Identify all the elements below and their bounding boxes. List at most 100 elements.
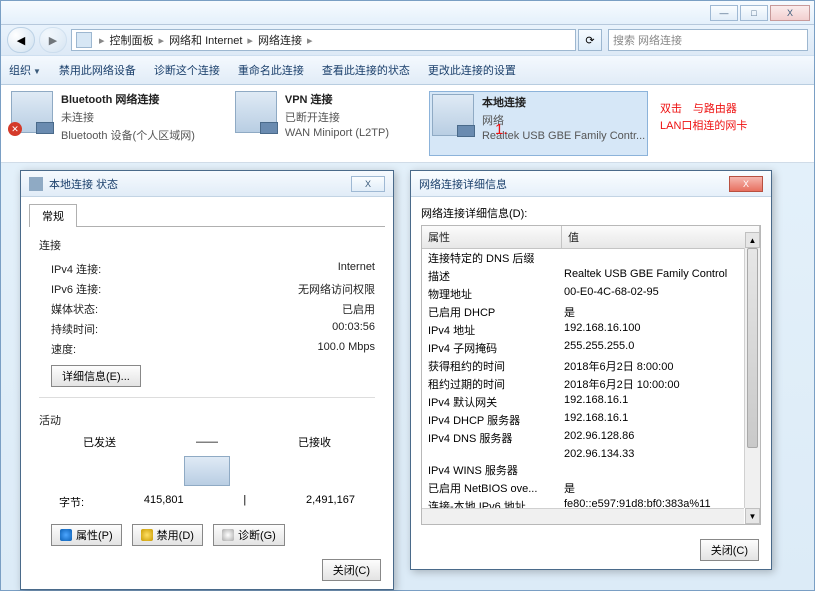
property-value: 202.96.128.86 xyxy=(562,430,760,446)
activity-dash: —— xyxy=(196,436,218,448)
property-row[interactable]: 连接特定的 DNS 后缀 xyxy=(422,249,760,267)
diagnose-button[interactable]: 诊断(G) xyxy=(213,524,285,546)
value-bytes-recv: 2,491,167 xyxy=(306,494,355,510)
scroll-up-icon[interactable]: ▲ xyxy=(745,232,760,248)
connection-device: Realtek USB GBE Family Contr... xyxy=(482,130,645,142)
value-duration: 00:03:56 xyxy=(332,321,375,337)
dialog-title: 网络连接详细信息 xyxy=(419,176,507,192)
property-key: 已启用 DHCP xyxy=(422,304,562,320)
property-row[interactable]: IPv4 地址192.168.16.100 xyxy=(422,321,760,339)
property-row[interactable]: IPv4 WINS 服务器 xyxy=(422,461,760,479)
property-key: IPv4 DNS 服务器 xyxy=(422,430,562,446)
address-row: ◀ ▶ ▸ 控制面板 ▸ 网络和 Internet ▸ 网络连接 ▸ ⟳ 搜索 … xyxy=(1,25,814,55)
close-button[interactable]: X xyxy=(770,5,810,21)
maximize-button[interactable]: □ xyxy=(740,5,768,21)
disconnected-icon: ✕ xyxy=(8,122,22,136)
property-row[interactable]: 租约过期的时间2018年6月2日 10:00:00 xyxy=(422,375,760,393)
view-status-button[interactable]: 查看此连接的状态 xyxy=(322,62,410,78)
back-button[interactable]: ◀ xyxy=(7,27,35,53)
property-row[interactable]: IPv4 子网掩码255.255.255.0 xyxy=(422,339,760,357)
shield-icon xyxy=(141,529,153,541)
label-sent: 已发送 xyxy=(83,434,116,450)
minimize-button[interactable]: — xyxy=(710,5,738,21)
breadcrumb-sep: ▸ xyxy=(159,34,165,47)
property-value: 255.255.255.0 xyxy=(562,340,760,356)
properties-button[interactable]: 属性(P) xyxy=(51,524,122,546)
property-key: 连接特定的 DNS 后缀 xyxy=(422,250,562,266)
property-key: 获得租约的时间 xyxy=(422,358,562,374)
property-row[interactable]: 描述Realtek USB GBE Family Control xyxy=(422,267,760,285)
property-key: IPv4 地址 xyxy=(422,322,562,338)
status-dialog: 本地连接 状态 X 常规 连接 IPv4 连接:Internet IPv6 连接… xyxy=(20,170,394,590)
breadcrumb-connections[interactable]: 网络连接 xyxy=(258,32,302,48)
tab-general[interactable]: 常规 xyxy=(29,204,77,227)
breadcrumb-network[interactable]: 网络和 Internet xyxy=(169,32,242,48)
details-button[interactable]: 详细信息(E)... xyxy=(51,365,141,387)
forward-button[interactable]: ▶ xyxy=(39,27,67,53)
connection-device: Bluetooth 设备(个人区域网) xyxy=(61,127,195,143)
scrollbar-vertical[interactable]: ▲ ▼ xyxy=(744,248,760,508)
scroll-thumb[interactable] xyxy=(747,248,758,448)
search-input[interactable]: 搜索 网络连接 xyxy=(608,29,808,51)
organize-menu[interactable]: 组织▼ xyxy=(9,62,41,78)
scroll-down-icon[interactable]: ▼ xyxy=(745,508,760,524)
property-key xyxy=(422,448,562,460)
shield-icon xyxy=(60,529,72,541)
breadcrumb-control-panel[interactable]: 控制面板 xyxy=(110,32,154,48)
property-row[interactable]: 已启用 NetBIOS ove...是 xyxy=(422,479,760,497)
refresh-button[interactable]: ⟳ xyxy=(578,29,602,51)
property-value xyxy=(562,250,760,266)
close-dialog-button[interactable]: 关闭(C) xyxy=(700,539,759,561)
property-row[interactable]: 物理地址00-E0-4C-68-02-95 xyxy=(422,285,760,303)
col-property[interactable]: 属性 xyxy=(422,226,562,248)
connection-title: 本地连接 xyxy=(482,94,645,110)
network-icon xyxy=(29,177,43,191)
property-value: 202.96.134.33 xyxy=(562,448,760,460)
disable-button[interactable]: 禁用(D) xyxy=(132,524,203,546)
change-settings-button[interactable]: 更改此连接的设置 xyxy=(428,62,516,78)
breadcrumb[interactable]: ▸ 控制面板 ▸ 网络和 Internet ▸ 网络连接 ▸ xyxy=(71,29,576,51)
activity-icon xyxy=(184,456,230,486)
connection-status: 网络 xyxy=(482,112,645,128)
col-value[interactable]: 值 xyxy=(562,226,760,248)
property-row[interactable]: IPv4 DHCP 服务器192.168.16.1 xyxy=(422,411,760,429)
property-key: 已启用 NetBIOS ove... xyxy=(422,480,562,496)
connection-local[interactable]: 本地连接 网络 Realtek USB GBE Family Contr... xyxy=(429,91,648,156)
dialog-close-button[interactable]: X xyxy=(351,176,385,192)
dialog-titlebar: 网络连接详细信息 X xyxy=(411,171,771,197)
label-speed: 速度: xyxy=(51,341,76,357)
property-row[interactable]: 获得租约的时间2018年6月2日 8:00:00 xyxy=(422,357,760,375)
list-header: 属性 值 xyxy=(422,226,760,249)
connection-status: 已断开连接 xyxy=(285,109,389,125)
property-value: 192.168.16.1 xyxy=(562,394,760,410)
breadcrumb-sep: ▸ xyxy=(307,34,313,47)
rename-button[interactable]: 重命名此连接 xyxy=(238,62,304,78)
property-list: 属性 值 连接特定的 DNS 后缀描述Realtek USB GBE Famil… xyxy=(421,225,761,525)
property-row[interactable]: 202.96.134.33 xyxy=(422,447,760,461)
diagnose-button[interactable]: 诊断这个连接 xyxy=(154,62,220,78)
property-row[interactable]: IPv4 默认网关192.168.16.1 xyxy=(422,393,760,411)
connection-bluetooth[interactable]: ✕ Bluetooth 网络连接 未连接 Bluetooth 设备(个人区域网) xyxy=(11,91,195,156)
property-row[interactable]: IPv4 DNS 服务器202.96.128.86 xyxy=(422,429,760,447)
tab-bar: 常规 xyxy=(29,203,385,227)
toolbar: 组织▼ 禁用此网络设备 诊断这个连接 重命名此连接 查看此连接的状态 更改此连接… xyxy=(1,55,814,85)
property-key: IPv4 默认网关 xyxy=(422,394,562,410)
label-ipv6: IPv6 连接: xyxy=(51,281,101,297)
connection-vpn[interactable]: VPN 连接 已断开连接 WAN Miniport (L2TP) xyxy=(235,91,389,156)
dialog-title: 本地连接 状态 xyxy=(49,176,118,192)
property-value: Realtek USB GBE Family Control xyxy=(562,268,760,284)
titlebar: — □ X xyxy=(1,1,814,25)
connections-pane: ✕ Bluetooth 网络连接 未连接 Bluetooth 设备(个人区域网)… xyxy=(1,85,814,163)
shield-icon xyxy=(222,529,234,541)
section-connection: 连接 xyxy=(39,237,375,253)
property-key: IPv4 子网掩码 xyxy=(422,340,562,356)
disable-device-button[interactable]: 禁用此网络设备 xyxy=(59,62,136,78)
details-dialog: 网络连接详细信息 X 网络连接详细信息(D): 属性 值 连接特定的 DNS 后… xyxy=(410,170,772,570)
property-value: 192.168.16.100 xyxy=(562,322,760,338)
network-adapter-icon xyxy=(432,94,474,136)
property-row[interactable]: 已启用 DHCP是 xyxy=(422,303,760,321)
close-dialog-button[interactable]: 关闭(C) xyxy=(322,559,381,581)
scrollbar-horizontal[interactable] xyxy=(422,508,744,524)
connection-device: WAN Miniport (L2TP) xyxy=(285,127,389,139)
dialog-close-button[interactable]: X xyxy=(729,176,763,192)
